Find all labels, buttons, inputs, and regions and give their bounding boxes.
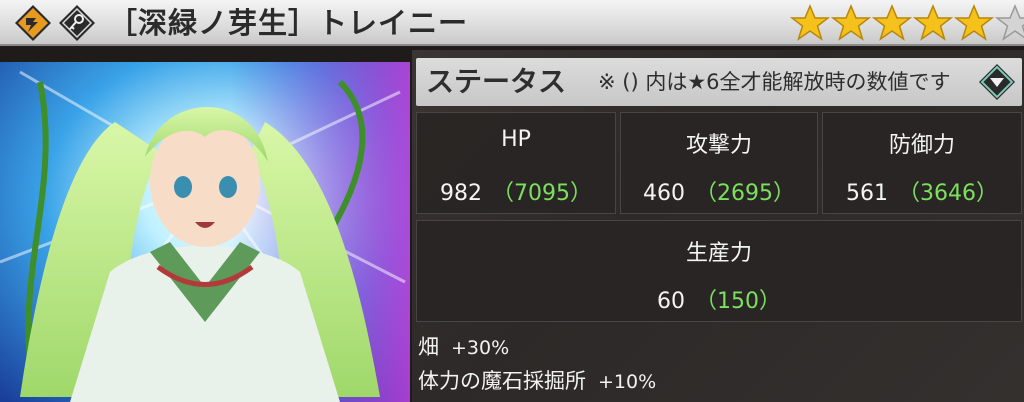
bonus-value: +30% bbox=[451, 337, 510, 359]
character-portrait bbox=[0, 62, 410, 402]
stat-label: HP bbox=[501, 127, 531, 152]
star-filled-icon bbox=[872, 4, 912, 41]
stat-label: 防御力 bbox=[888, 133, 955, 158]
rarity-stars bbox=[790, 3, 1024, 43]
star-filled-icon bbox=[913, 4, 953, 41]
stat-hp: HP 982 （7095） bbox=[416, 112, 616, 214]
star-empty-icon bbox=[995, 4, 1024, 41]
stat-attack: 攻撃力 460 （2695） bbox=[620, 112, 818, 214]
star-filled-icon bbox=[831, 4, 871, 41]
stat-max-value: （3646） bbox=[898, 181, 998, 206]
stat-max-value: （7095） bbox=[492, 181, 592, 206]
bonus-item: 畑 +30% bbox=[418, 330, 656, 364]
stat-base-value: 60 bbox=[657, 289, 685, 314]
stat-defense: 防御力 561 （3646） bbox=[822, 112, 1022, 214]
stat-max-value: （150） bbox=[695, 289, 781, 314]
key-type-icon bbox=[59, 5, 95, 41]
card-header: ［深緑ノ芽生］トレイニー bbox=[0, 0, 1024, 46]
status-title: ステータス bbox=[426, 65, 567, 98]
stat-base-value: 460 bbox=[643, 181, 685, 206]
stat-base-value: 982 bbox=[440, 181, 482, 206]
bonus-label: 体力の魔石採掘所 bbox=[418, 369, 586, 393]
bonus-list: 畑 +30% 体力の魔石採掘所 +10% bbox=[418, 330, 656, 398]
fire-attribute-icon bbox=[15, 5, 51, 41]
star-filled-icon bbox=[790, 4, 830, 41]
stat-max-value: （2695） bbox=[695, 181, 795, 206]
bonus-item: 体力の魔石採掘所 +10% bbox=[418, 364, 656, 398]
bonus-value: +10% bbox=[598, 371, 657, 393]
star-filled-icon bbox=[954, 4, 994, 41]
character-name: ［深緑ノ芽生］トレイニー bbox=[108, 6, 469, 40]
status-header: ステータス ※ () 内は★6全才能解放時の数値です bbox=[416, 58, 1022, 106]
bonus-label: 畑 bbox=[418, 335, 439, 359]
stat-production: 生産力 60 （150） bbox=[416, 220, 1022, 322]
status-panel: ステータス ※ () 内は★6全才能解放時の数値です HP 982 （7095） … bbox=[412, 50, 1024, 402]
stat-label: 攻撃力 bbox=[685, 133, 752, 158]
chevron-down-icon[interactable] bbox=[978, 63, 1016, 101]
stat-label: 生産力 bbox=[685, 241, 752, 266]
stat-base-value: 561 bbox=[846, 181, 888, 206]
status-note: ※ () 内は★6全才能解放時の数値です bbox=[598, 70, 951, 94]
